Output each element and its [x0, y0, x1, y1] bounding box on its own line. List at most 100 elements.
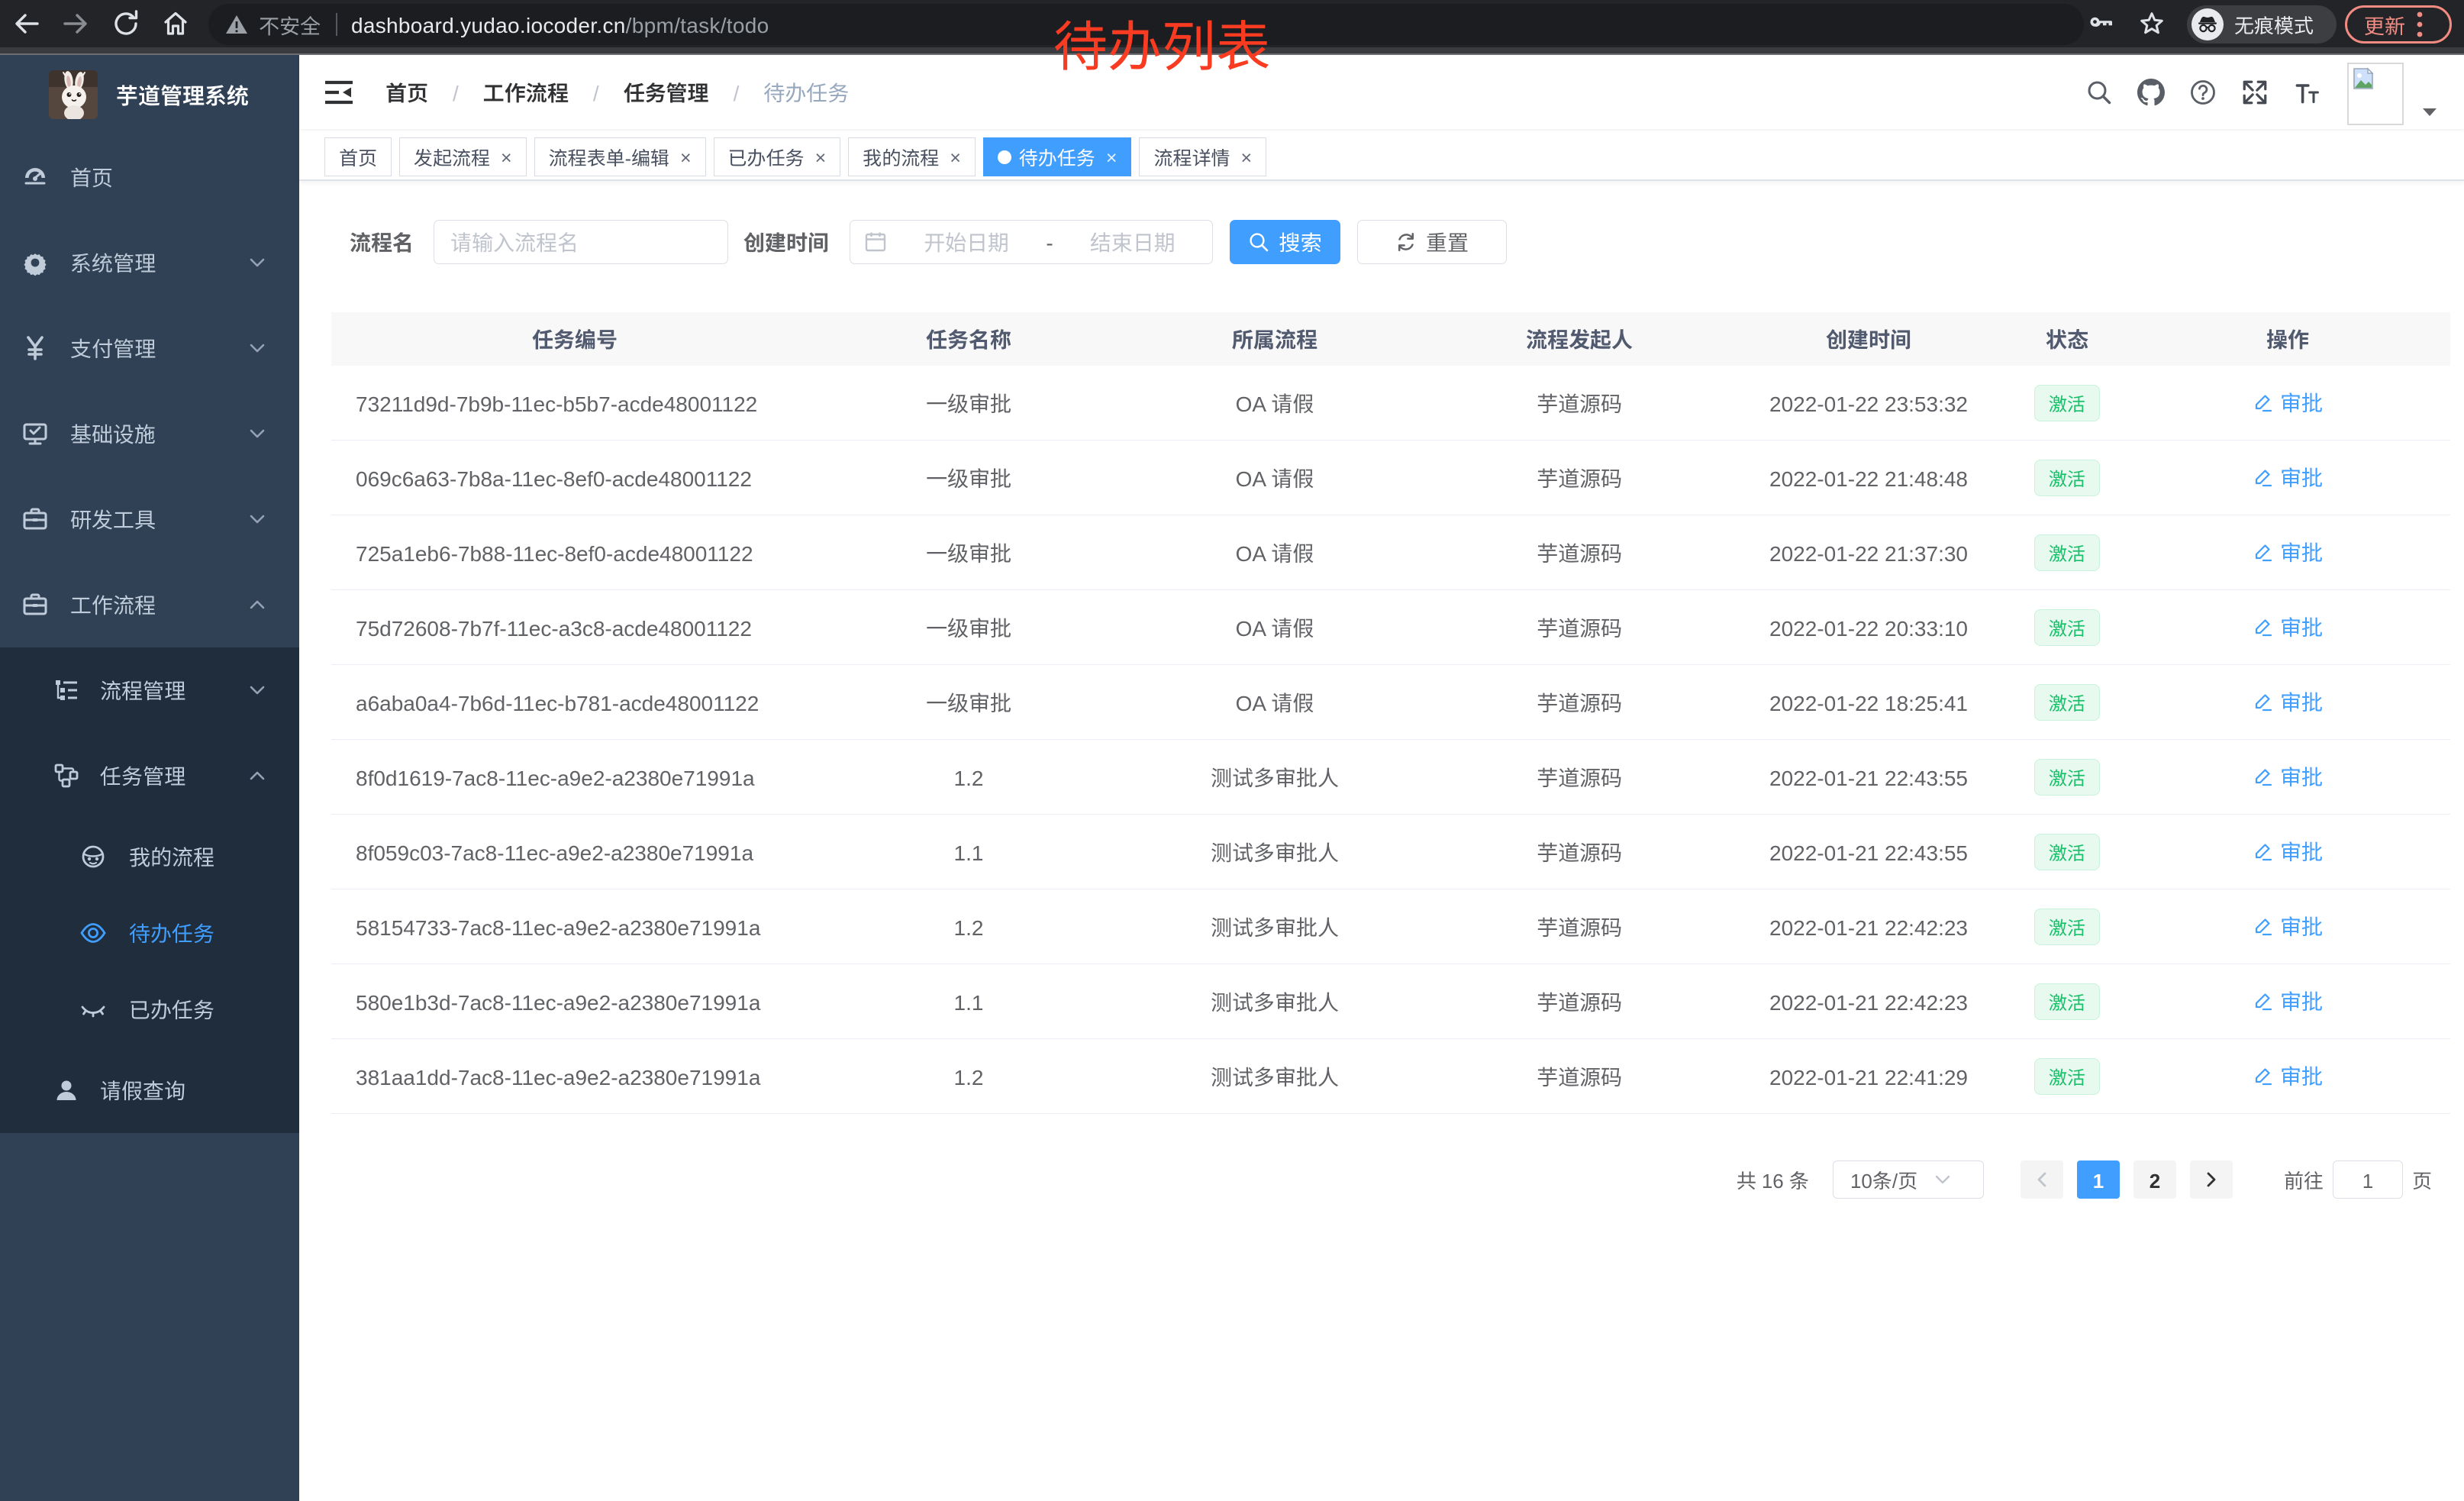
page-button-2[interactable]: 2 [2133, 1160, 2176, 1199]
sidebar-item-my-process[interactable]: 我的流程 [0, 818, 299, 895]
browser-forward-button[interactable] [58, 6, 93, 41]
page-unit-label: 页 [2412, 1166, 2432, 1194]
bookmark-button[interactable] [2134, 6, 2169, 41]
page-size-select[interactable]: 10条/页 [1833, 1160, 1984, 1199]
edit-pencil-icon [2253, 467, 2272, 487]
prev-page-button[interactable] [2021, 1160, 2063, 1199]
password-manager-button[interactable] [2083, 6, 2118, 41]
approve-link[interactable]: 审批 [2253, 1060, 2323, 1091]
approve-link[interactable]: 审批 [2253, 686, 2323, 717]
sidebar-logo[interactable]: 芋道管理系统 [0, 55, 299, 134]
close-icon[interactable]: × [1240, 147, 1252, 166]
goto-page-input[interactable]: 1 [2333, 1160, 2403, 1199]
close-icon[interactable]: × [1106, 147, 1118, 166]
tag-form-edit[interactable]: 流程表单-编辑× [534, 137, 706, 176]
help-button[interactable] [2189, 79, 2217, 106]
kebab-menu-icon[interactable] [2416, 11, 2424, 38]
close-icon[interactable]: × [680, 147, 692, 166]
breadcrumb-home[interactable]: 首页 [385, 77, 428, 108]
approve-link[interactable]: 审批 [2253, 986, 2323, 1016]
approve-link[interactable]: 审批 [2253, 612, 2323, 642]
table-row: 381aa1dd-7ac8-11ec-a9e2-a2380e71991a 1.2… [331, 1039, 2450, 1114]
cell-status: 激活 [2009, 759, 2125, 796]
reset-button[interactable]: 重置 [1357, 220, 1507, 264]
next-page-button[interactable] [2190, 1160, 2233, 1199]
cell-starter: 芋道源码 [1430, 762, 1728, 792]
yen-icon [21, 334, 49, 362]
cell-status: 激活 [2009, 609, 2125, 646]
insecure-label: 不安全 [259, 10, 321, 40]
tag-todo-tasks[interactable]: 待办任务× [983, 137, 1132, 176]
cell-action: 审批 [2125, 537, 2450, 569]
approve-link[interactable]: 审批 [2253, 836, 2323, 867]
browser-back-button[interactable] [9, 6, 44, 41]
date-range-picker[interactable]: 开始日期 - 结束日期 [850, 220, 1213, 264]
table-row: 58154733-7ac8-11ec-a9e2-a2380e71991a 1.2… [331, 889, 2450, 964]
cell-task-id: 580e1b3d-7ac8-11ec-a9e2-a2380e71991a [331, 986, 818, 1017]
sidebar-item-task-mgmt[interactable]: 任务管理 [0, 733, 299, 818]
caret-down-icon[interactable] [2421, 107, 2438, 118]
incognito-badge: 无痕模式 [2187, 5, 2337, 44]
cell-task-id: 58154733-7ac8-11ec-a9e2-a2380e71991a [331, 912, 818, 942]
tag-start-process[interactable]: 发起流程× [399, 137, 527, 176]
close-icon[interactable]: × [815, 147, 827, 166]
browser-update-button[interactable]: 更新 [2345, 5, 2452, 44]
approve-link[interactable]: 审批 [2253, 761, 2323, 792]
sidebar-item-payment[interactable]: 支付管理 [0, 305, 299, 391]
header-search-button[interactable] [2085, 79, 2113, 106]
github-link[interactable] [2137, 79, 2165, 106]
cell-starter: 芋道源码 [1430, 912, 1728, 942]
edit-pencil-icon [2253, 392, 2272, 412]
page-button-1[interactable]: 1 [2077, 1160, 2120, 1199]
status-badge: 激活 [2034, 1058, 2100, 1095]
cell-status: 激活 [2009, 534, 2125, 571]
process-name-input[interactable]: 请输入流程名 [434, 220, 728, 264]
close-icon[interactable]: × [501, 147, 512, 166]
cell-process: OA 请假 [1119, 612, 1430, 643]
chevron-left-icon [2034, 1171, 2050, 1188]
tag-process-detail[interactable]: 流程详情× [1139, 137, 1266, 176]
status-badge: 激活 [2034, 460, 2100, 496]
sidebar-item-process-mgmt[interactable]: 流程管理 [0, 647, 299, 733]
sidebar-item-todo-tasks[interactable]: 待办任务 [0, 895, 299, 971]
cell-starter: 芋道源码 [1430, 986, 1728, 1017]
start-date-input[interactable]: 开始日期 [887, 227, 1046, 257]
end-date-input[interactable]: 结束日期 [1053, 227, 1212, 257]
tag-my-process[interactable]: 我的流程× [848, 137, 976, 176]
sidebar-item-workflow[interactable]: 工作流程 [0, 562, 299, 647]
update-label: 更新 [2364, 10, 2405, 40]
cell-process: OA 请假 [1119, 537, 1430, 568]
cell-status: 激活 [2009, 834, 2125, 870]
col-header-task-name: 任务名称 [818, 324, 1119, 354]
sidebar-item-system[interactable]: 系统管理 [0, 220, 299, 305]
approve-link[interactable]: 审批 [2253, 462, 2323, 492]
col-header-process: 所属流程 [1119, 324, 1430, 354]
browser-home-button[interactable] [158, 6, 193, 41]
sidebar-item-devtools[interactable]: 研发工具 [0, 476, 299, 562]
tag-home[interactable]: 首页 [324, 137, 392, 176]
browser-reload-button[interactable] [108, 6, 144, 41]
cell-status: 激活 [2009, 909, 2125, 945]
approve-link[interactable]: 审批 [2253, 387, 2323, 418]
cell-task-name: 1.1 [818, 986, 1119, 1017]
cell-task-id: 75d72608-7b7f-11ec-a3c8-acde48001122 [331, 612, 818, 643]
tag-done-tasks[interactable]: 已办任务× [714, 137, 841, 176]
font-size-button[interactable] [2293, 79, 2320, 106]
approve-link[interactable]: 审批 [2253, 537, 2323, 567]
sidebar-item-infra[interactable]: 基础设施 [0, 391, 299, 476]
close-icon[interactable]: × [950, 147, 961, 166]
omnibox-divider [336, 13, 337, 36]
cell-process: OA 请假 [1119, 388, 1430, 418]
sidebar-item-done-tasks[interactable]: 已办任务 [0, 971, 299, 1047]
fullscreen-button[interactable] [2241, 79, 2269, 106]
cell-action: 审批 [2125, 1060, 2450, 1093]
chevron-down-icon [248, 684, 266, 696]
approve-link[interactable]: 审批 [2253, 911, 2323, 941]
sidebar-collapse-button[interactable] [324, 77, 354, 108]
cell-task-id: 725a1eb6-7b88-11ec-8ef0-acde48001122 [331, 537, 818, 568]
sidebar-item-leave-query[interactable]: 请假查询 [0, 1047, 299, 1133]
sidebar-item-home[interactable]: 首页 [0, 134, 299, 220]
search-button[interactable]: 搜索 [1230, 220, 1340, 264]
edit-pencil-icon [2253, 767, 2272, 786]
user-avatar[interactable] [2347, 63, 2404, 125]
